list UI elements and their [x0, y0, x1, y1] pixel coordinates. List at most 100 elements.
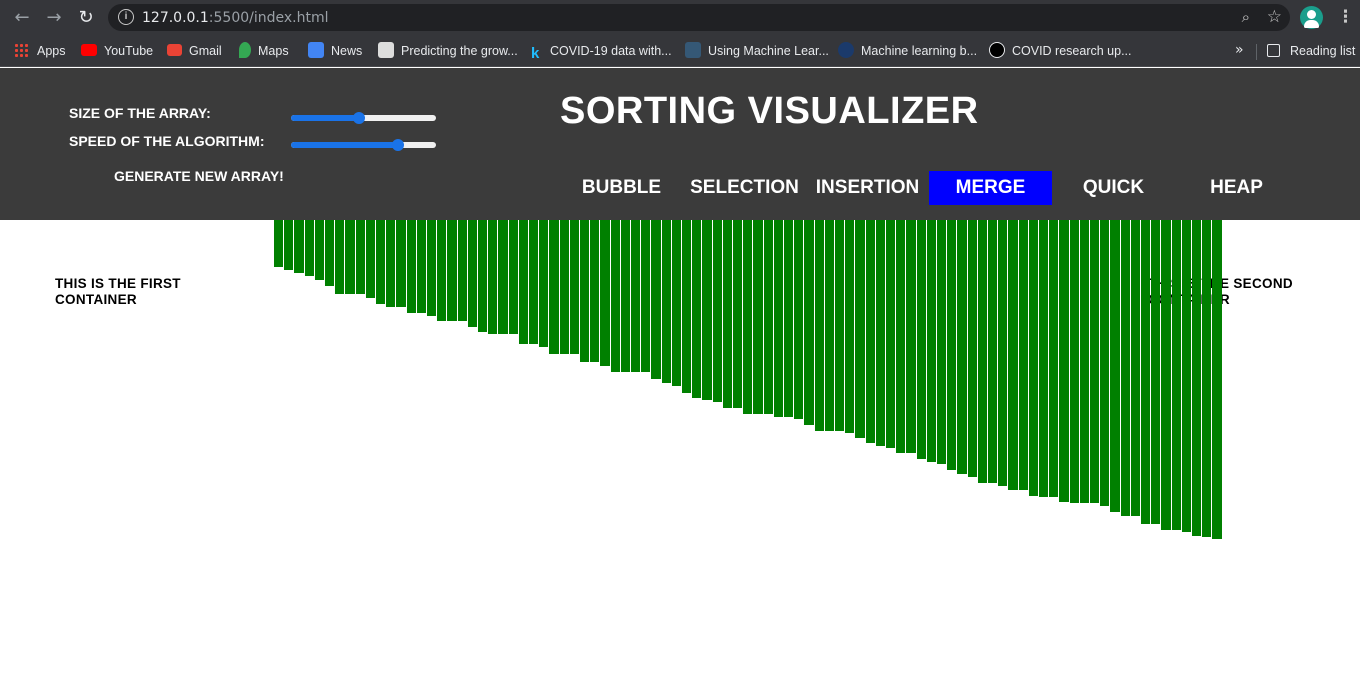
tds-icon — [685, 42, 701, 58]
array-bar — [365, 220, 375, 299]
more-bookmarks-icon[interactable]: » — [1235, 42, 1244, 58]
array-bar — [875, 220, 885, 446]
forward-icon[interactable]: → — [42, 6, 66, 30]
array-bar — [651, 220, 661, 379]
zoom-icon[interactable]: ⌕ — [1242, 8, 1250, 26]
bookmark-label: YouTube — [104, 44, 154, 58]
array-bar — [967, 220, 977, 477]
bars-container — [0, 220, 1360, 560]
bookmark-news[interactable]: News — [308, 41, 362, 61]
array-bar — [1049, 220, 1059, 497]
insertion-sort-button[interactable]: INSERTION — [806, 171, 929, 205]
speed-slider[interactable] — [291, 139, 436, 151]
quick-sort-button[interactable]: QUICK — [1052, 171, 1175, 205]
array-bar — [539, 220, 549, 348]
array-bar — [335, 220, 345, 295]
array-bar — [722, 220, 732, 408]
array-bar — [926, 220, 936, 462]
array-bar — [620, 220, 630, 372]
array-bar — [569, 220, 579, 354]
array-bar — [824, 220, 834, 431]
array-bar — [355, 220, 365, 295]
array-bar — [804, 220, 814, 425]
reload-icon[interactable]: ↻ — [74, 6, 98, 30]
array-bar — [814, 220, 824, 431]
bookmark-youtube[interactable]: YouTube — [81, 41, 153, 61]
reading-list[interactable]: Reading list — [1267, 41, 1355, 61]
back-icon[interactable]: ← — [10, 6, 34, 30]
array-bar — [712, 220, 722, 403]
address-bar[interactable]: i 127.0.0.1:5500/index.html ⌕ ☆ — [108, 4, 1290, 31]
array-bar — [1171, 220, 1181, 530]
array-bar — [661, 220, 671, 384]
reading-list-label: Reading list — [1290, 44, 1356, 58]
bookmark-covid-data[interactable]: k COVID-19 data with... — [531, 41, 672, 62]
array-bar — [896, 220, 906, 454]
array-bar — [345, 220, 355, 295]
array-bar — [957, 220, 967, 475]
array-bar — [518, 220, 528, 345]
heap-sort-button[interactable]: HEAP — [1175, 171, 1298, 205]
array-bar — [549, 220, 559, 354]
array-bar — [314, 220, 324, 281]
array-bar — [1151, 220, 1161, 525]
url-host: 127.0.0.1 — [142, 10, 209, 26]
array-bar — [631, 220, 641, 372]
url-text[interactable]: 127.0.0.1:5500/index.html — [142, 10, 329, 26]
nature-icon — [838, 42, 854, 58]
array-bar — [947, 220, 957, 471]
bookmark-covid-research[interactable]: COVID research up... — [989, 41, 1132, 61]
array-bar — [376, 220, 386, 304]
generate-array-button[interactable]: GENERATE NEW ARRAY! — [114, 168, 284, 184]
bubble-sort-button[interactable]: BUBBLE — [560, 171, 683, 205]
array-bar — [498, 220, 508, 335]
array-bar — [763, 220, 773, 414]
bookmark-label: Machine learning b... — [861, 44, 978, 58]
bookmark-using-ml[interactable]: Using Machine Lear... — [685, 41, 829, 61]
array-bar — [835, 220, 845, 431]
array-bar — [406, 220, 416, 314]
bookmark-star-icon[interactable]: ☆ — [1267, 7, 1282, 27]
bookmark-maps[interactable]: Maps — [239, 41, 289, 61]
bookmark-label: Maps — [258, 44, 289, 58]
array-bar — [284, 220, 294, 270]
array-bar — [386, 220, 396, 307]
array-bar — [1090, 220, 1100, 504]
profile-avatar[interactable] — [1300, 6, 1323, 29]
array-size-slider[interactable] — [291, 112, 436, 124]
array-bar — [1039, 220, 1049, 497]
maps-icon — [239, 42, 251, 58]
array-bar — [600, 220, 610, 367]
array-bar — [304, 220, 314, 277]
bookmark-ml-b[interactable]: Machine learning b... — [838, 41, 977, 61]
array-bar — [1008, 220, 1018, 491]
array-bar — [1161, 220, 1171, 530]
array-bar — [682, 220, 692, 393]
url-path: :5500/index.html — [208, 10, 329, 26]
array-bar — [559, 220, 569, 354]
news-icon — [308, 42, 324, 58]
site-info-icon[interactable]: i — [118, 9, 134, 25]
array-bar — [1079, 220, 1089, 504]
array-bar — [743, 220, 753, 414]
reading-list-icon — [1267, 44, 1280, 57]
array-bar — [794, 220, 804, 420]
array-bar — [671, 220, 681, 387]
array-bar — [1018, 220, 1028, 491]
array-bar — [1202, 220, 1212, 537]
bookmark-apps[interactable]: Apps — [14, 41, 66, 61]
array-bar — [274, 220, 284, 267]
page-title: SORTING VISUALIZER — [560, 90, 979, 132]
menu-kebab-icon[interactable]: ⋮ — [1337, 7, 1354, 27]
bookmark-predicting[interactable]: Predicting the grow... — [378, 41, 518, 61]
array-bar — [1069, 220, 1079, 504]
bookmark-gmail[interactable]: Gmail — [167, 41, 222, 61]
array-bar — [294, 220, 304, 273]
array-bar — [610, 220, 620, 372]
array-bar — [1100, 220, 1110, 507]
merge-sort-button[interactable]: MERGE — [929, 171, 1052, 205]
speed-label: SPEED OF THE ALGORITHM: — [69, 133, 265, 149]
selection-sort-button[interactable]: SELECTION — [683, 171, 806, 205]
array-bar — [1059, 220, 1069, 502]
array-bar — [692, 220, 702, 399]
